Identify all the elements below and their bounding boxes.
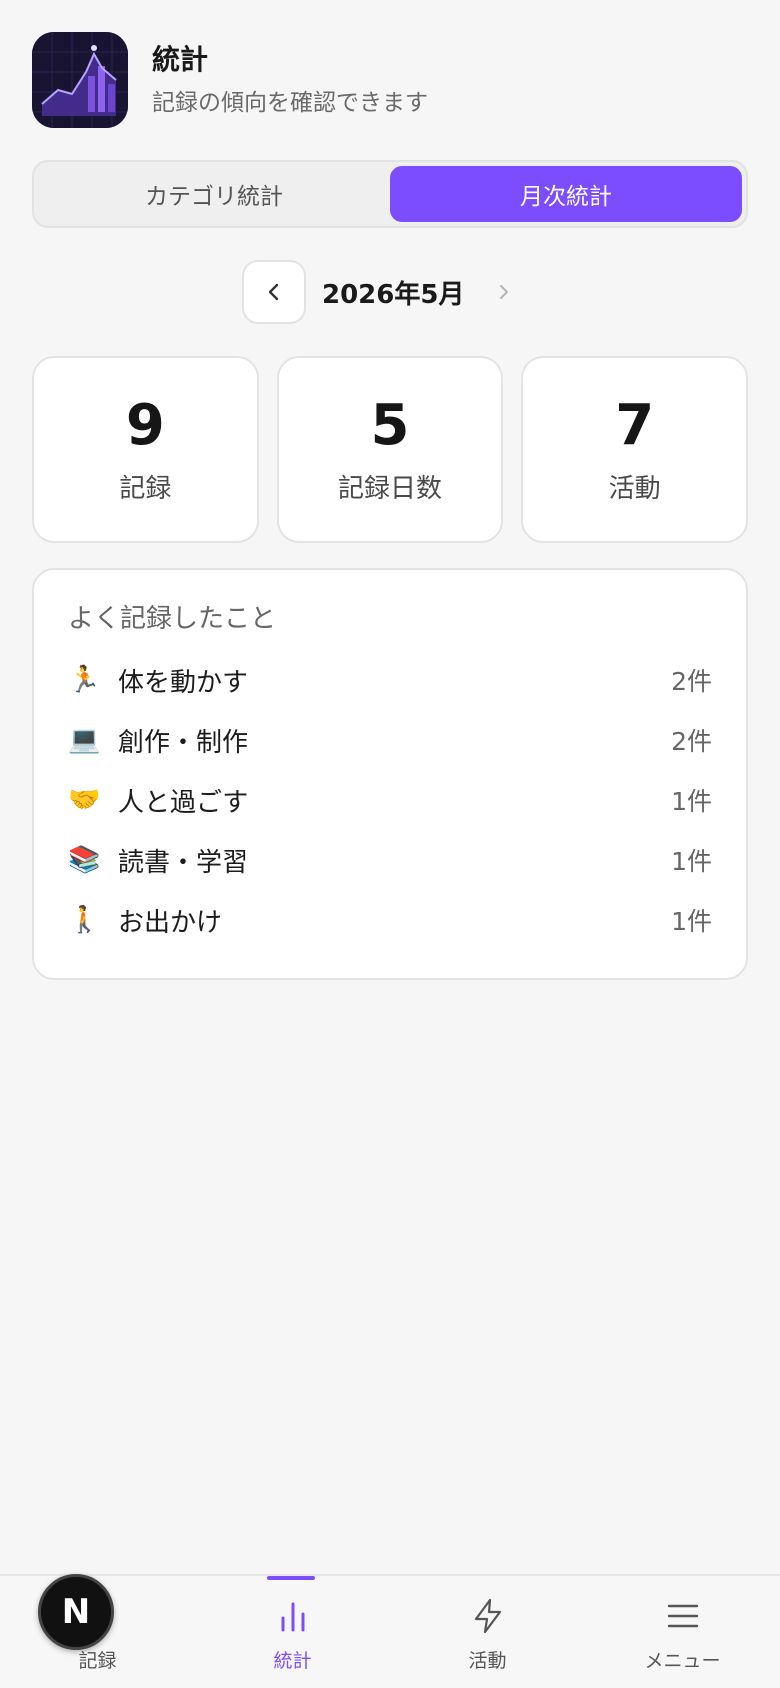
category-count: 1件 [671, 907, 712, 936]
month-navigator: 2026年5月 [0, 260, 780, 324]
bar-chart-icon [281, 1602, 304, 1632]
category-name: お出かけ [118, 907, 223, 938]
stat-label: 記録 [119, 474, 172, 504]
stat-value: 5 [370, 393, 410, 458]
category-count: 1件 [671, 847, 712, 876]
tab-category-stats[interactable]: カテゴリ統計 [38, 166, 390, 222]
tab-monthly-stats[interactable]: 月次統計 [390, 166, 742, 222]
category-name: 読書・学習 [118, 847, 249, 878]
stats-mode-toggle: カテゴリ統計 月次統計 [32, 160, 748, 228]
nav-label: 統計 [273, 1650, 312, 1672]
list-item: 📚 読書・学習 1件 [68, 830, 712, 890]
stat-card-activities: 7 活動 [521, 356, 749, 543]
stat-card-records: 9 記録 [32, 356, 259, 543]
active-tab-indicator [267, 1576, 315, 1580]
category-name: 人と過ごす [118, 787, 249, 818]
stat-label: 記録日数 [338, 474, 443, 504]
nav-item-menu[interactable]: メニュー [585, 1576, 780, 1688]
category-count: 1件 [671, 787, 712, 816]
frequent-records-card: よく記録したこと 🏃 体を動かす 2件 💻 創作・制作 2件 🤝 人と過ごす 1… [32, 568, 748, 980]
menu-icon [667, 1604, 698, 1628]
nav-item-stats[interactable]: 統計 [195, 1576, 390, 1688]
badge-letter: N [61, 1592, 91, 1632]
laptop-icon: 💻 [68, 725, 101, 755]
walking-icon: 🚶 [68, 905, 101, 935]
category-count: 2件 [671, 727, 712, 756]
bottom-navigation: 記録 統計 活動 メニュー [0, 1574, 780, 1688]
category-name: 創作・制作 [118, 727, 249, 758]
running-icon: 🏃 [68, 665, 101, 695]
chevron-left-icon [268, 283, 279, 301]
lightning-icon [474, 1598, 501, 1634]
page-header: 統計 記録の傾向を確認できます [32, 32, 428, 128]
stats-app-icon [32, 32, 128, 128]
list-item: 🤝 人と過ごす 1件 [68, 770, 712, 830]
page-subtitle: 記録の傾向を確認できます [152, 90, 428, 116]
stat-card-record-days: 5 記録日数 [276, 356, 504, 543]
nav-item-activities[interactable]: 活動 [390, 1576, 585, 1688]
summary-stats: 9 記録 5 記録日数 7 活動 [32, 356, 749, 543]
handshake-icon: 🤝 [68, 785, 101, 815]
app-root: 統計 記録の傾向を確認できます カテゴリ統計 月次統計 2026年5月 9 記録… [0, 0, 780, 1688]
list-item: 💻 創作・制作 2件 [68, 710, 712, 770]
nav-label: 記録 [78, 1650, 117, 1672]
next-month-button[interactable] [488, 276, 520, 308]
category-count: 2件 [671, 667, 712, 696]
page-title: 統計 [152, 43, 209, 76]
frequent-records-title: よく記録したこと [68, 604, 277, 634]
chevron-right-icon [500, 285, 508, 299]
stat-value: 9 [125, 393, 165, 458]
books-icon: 📚 [68, 845, 101, 875]
current-month-label: 2026年5月 [322, 280, 465, 310]
stat-value: 7 [615, 393, 655, 458]
list-item: 🏃 体を動かす 2件 [68, 650, 712, 710]
nav-label: 活動 [468, 1650, 507, 1672]
dev-tools-badge[interactable]: N [38, 1574, 114, 1650]
stat-label: 活動 [608, 474, 661, 504]
nav-label: メニュー [644, 1650, 721, 1672]
previous-month-button[interactable] [242, 260, 306, 324]
list-item: 🚶 お出かけ 1件 [68, 890, 712, 950]
category-name: 体を動かす [118, 667, 249, 698]
